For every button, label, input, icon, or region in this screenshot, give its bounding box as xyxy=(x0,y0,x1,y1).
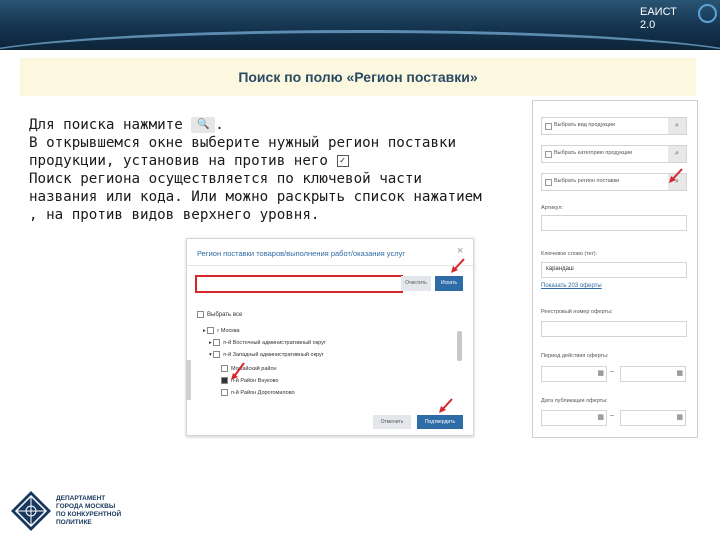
region-search-input[interactable] xyxy=(195,275,403,293)
instruction-line-3: продукции, установив на против него ✓ xyxy=(29,152,509,170)
instruction-line-2: В открывшемся окне выберите нужный регио… xyxy=(29,135,457,151)
header-bar: ЕАИСТ 2.0 xyxy=(0,0,720,50)
checkbox-icon[interactable] xyxy=(221,389,228,396)
publish-label: Дата публикации оферты: xyxy=(541,398,608,404)
arrow-icon xyxy=(231,362,245,380)
arrow-icon xyxy=(669,168,683,183)
article-input[interactable] xyxy=(541,215,687,231)
instruction-line-6: , на против видов верхнего уровня. xyxy=(29,207,320,223)
arrow-icon xyxy=(439,398,453,413)
checkbox-icon[interactable] xyxy=(221,365,228,372)
checkbox-icon[interactable] xyxy=(545,151,552,158)
dialog-side-strip xyxy=(186,360,191,400)
registry-label: Реестровый номер оферты: xyxy=(541,309,613,315)
slide-title-band: Поиск по полю «Регион поставки» xyxy=(20,58,696,96)
arrow-icon xyxy=(451,258,465,273)
checkbox-icon[interactable] xyxy=(213,339,221,346)
delivery-region-label: Выбрать регион поставки xyxy=(554,178,620,184)
calendar-icon[interactable]: ▦ xyxy=(597,369,604,377)
brand-line-1: ЕАИСТ xyxy=(640,6,677,18)
region-dialog: Регион поставки товаров/выполнения работ… xyxy=(186,238,474,436)
department-line-3: ПО КОНКУРЕНТНОЙ xyxy=(56,511,122,518)
calendar-icon[interactable]: ▦ xyxy=(676,369,683,377)
publish-dash: – xyxy=(610,412,614,419)
period-to-date[interactable]: ▦ xyxy=(620,366,686,382)
tree-item-label: п-й Западный административный округ xyxy=(223,351,324,358)
instruction-text-1b: . xyxy=(215,117,224,133)
expand-icon[interactable]: ▾ xyxy=(209,352,212,358)
brand-circle-icon xyxy=(698,4,717,23)
dialog-title: Регион поставки товаров/выполнения работ… xyxy=(197,249,406,258)
checkbox-icon[interactable] xyxy=(213,351,221,358)
period-from-date[interactable]: ▦ xyxy=(541,366,607,382)
tree-item-label: п-й Восточный административный округ xyxy=(223,339,326,346)
department-name: ДЕПАРТАМЕНТ ГОРОДА МОСКВЫ ПО КОНКУРЕНТНО… xyxy=(56,495,121,527)
publish-from-date[interactable]: ▦ xyxy=(541,410,607,426)
expand-icon[interactable]: ▸ xyxy=(203,328,206,334)
department-line-1: ДЕПАРТАМЕНТ xyxy=(56,495,106,502)
instruction-text-1a: Для поиска нажмите xyxy=(29,117,183,133)
cancel-button[interactable]: Отменить xyxy=(373,415,411,429)
product-type-label: Выбрать вид продукции xyxy=(554,122,616,128)
header-swoosh xyxy=(0,30,720,50)
tree-item[interactable]: ▸ г Москва xyxy=(203,327,240,334)
department-line-4: ПОЛИТИКЕ xyxy=(56,519,92,526)
dialog-divider xyxy=(187,265,473,266)
select-all-checkbox[interactable]: Выбрать все xyxy=(197,311,242,318)
tree-item[interactable]: ▸ п-й Восточный административный округ xyxy=(209,339,326,346)
keyword-value: карандаш xyxy=(546,266,574,272)
clear-button[interactable]: Очистить xyxy=(401,276,431,291)
product-category-field[interactable]: Выбрать категорию продукции ⌕ xyxy=(541,145,687,163)
expand-icon[interactable]: ▸ xyxy=(209,340,212,346)
instruction-line-5: названия или кода. Или можно раскрыть сп… xyxy=(29,189,482,205)
calendar-icon[interactable]: ▦ xyxy=(597,413,604,421)
tree-item[interactable]: п-й Район Дорогомилово xyxy=(221,389,295,396)
product-type-field[interactable]: Выбрать вид продукции ⌕ xyxy=(541,117,687,135)
keyword-input[interactable]: карандаш xyxy=(541,262,687,278)
department-line-2: ГОРОДА МОСКВЫ xyxy=(56,503,116,510)
publish-to-date[interactable]: ▦ xyxy=(620,410,686,426)
slide-title: Поиск по полю «Регион поставки» xyxy=(238,69,478,85)
checkbox-checked-icon[interactable] xyxy=(221,377,228,384)
search-icon[interactable]: ⌕ xyxy=(668,118,686,134)
period-dash: – xyxy=(610,368,614,375)
dialog-scrollbar[interactable] xyxy=(457,331,462,361)
registry-input[interactable] xyxy=(541,321,687,337)
find-button[interactable]: Искать xyxy=(435,276,463,291)
brand-label: ЕАИСТ 2.0 xyxy=(640,6,677,32)
instructions: Для поиска нажмите 🔍. В открывшемся окне… xyxy=(29,116,509,224)
tree-item-label: п-й Район Дорогомилово xyxy=(231,389,295,396)
tree-item[interactable]: ▾ п-й Западный административный округ xyxy=(209,351,324,358)
search-icon: 🔍 xyxy=(191,117,216,133)
tree-item-label: г Москва xyxy=(217,327,240,334)
instruction-line-4: Поиск региона осуществляется по ключевой… xyxy=(29,171,422,187)
show-offers-link[interactable]: Показать 203 оферты xyxy=(541,283,602,289)
brand-line-2: 2.0 xyxy=(640,19,656,31)
filter-panel: Выбрать вид продукции ⌕ Выбрать категори… xyxy=(532,100,698,438)
search-icon[interactable]: ⌕ xyxy=(668,146,686,162)
instruction-text-3: продукции, установив на против него xyxy=(29,153,328,169)
period-label: Период действия оферты: xyxy=(541,353,609,359)
select-all-label: Выбрать все xyxy=(207,312,243,319)
checkbox-icon[interactable] xyxy=(545,179,552,186)
checkbox-icon[interactable] xyxy=(207,327,215,334)
product-category-label: Выбрать категорию продукции xyxy=(554,150,633,156)
calendar-icon[interactable]: ▦ xyxy=(676,413,683,421)
keyword-label: Ключевое слово (тег): xyxy=(541,251,598,257)
confirm-button[interactable]: Подтвердить xyxy=(417,415,463,429)
department-logo-icon xyxy=(11,491,51,531)
article-label: Артикул: xyxy=(541,205,564,211)
instruction-line-1: Для поиска нажмите 🔍. xyxy=(29,116,509,134)
checkbox-icon xyxy=(197,311,204,318)
checkbox-icon: ✓ xyxy=(336,155,349,167)
checkbox-icon[interactable] xyxy=(545,123,552,130)
